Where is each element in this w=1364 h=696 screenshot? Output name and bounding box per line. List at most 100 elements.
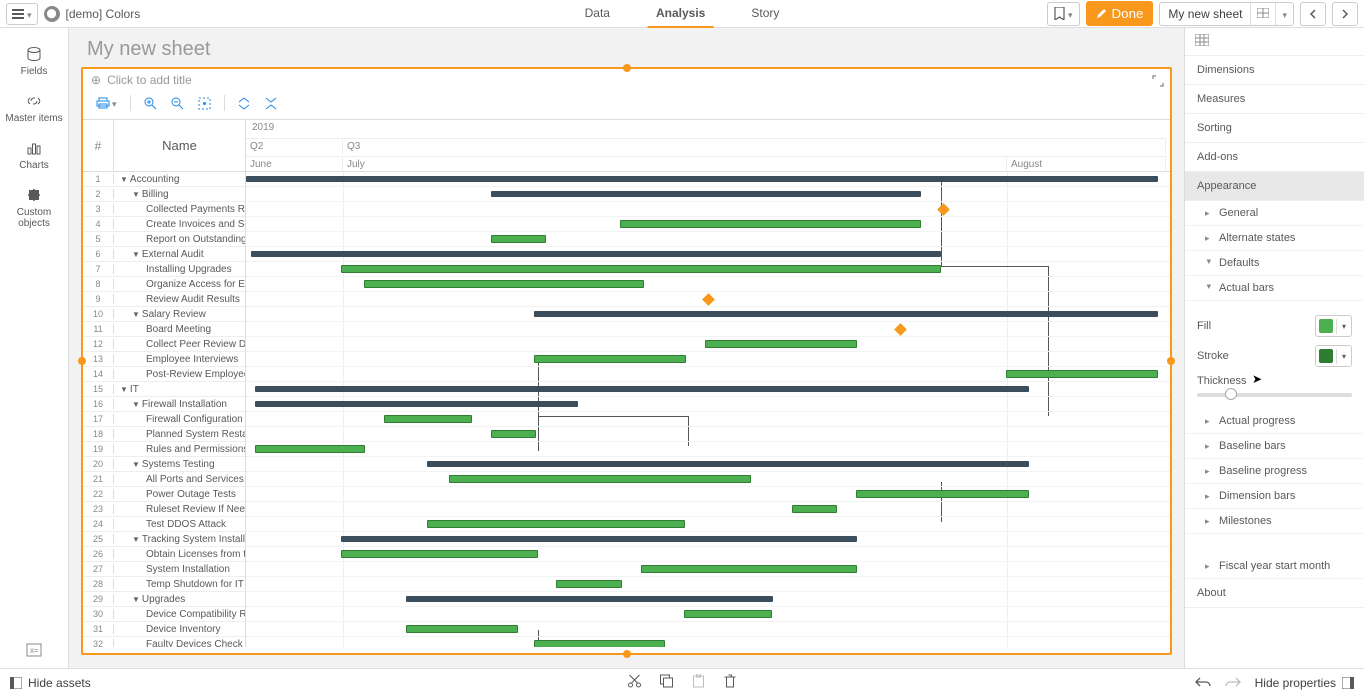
gantt-timeline-row[interactable] — [246, 367, 1170, 382]
viz-title-placeholder[interactable]: Click to add title — [107, 73, 192, 87]
gantt-timeline-row[interactable] — [246, 262, 1170, 277]
task-bar[interactable] — [341, 550, 538, 558]
gantt-timeline-row[interactable] — [246, 412, 1170, 427]
task-bar[interactable] — [684, 610, 772, 618]
hide-properties-button[interactable]: Hide properties — [1255, 676, 1354, 690]
prop-addons[interactable]: Add-ons — [1185, 143, 1364, 172]
milestone-marker[interactable] — [937, 203, 950, 216]
row-name[interactable]: ▼Billing — [114, 189, 245, 200]
summary-bar[interactable] — [246, 176, 1158, 182]
undo-button[interactable] — [1195, 675, 1211, 691]
prop-baseline-progress[interactable]: ▸Baseline progress — [1185, 459, 1364, 484]
gantt-row[interactable]: 20▼Systems Testing — [83, 457, 245, 472]
row-name[interactable]: Post-Review Employee Informing — [114, 369, 245, 380]
row-name[interactable]: Collected Payments Review — [114, 204, 245, 215]
collapse-toggle-icon[interactable]: ▼ — [132, 400, 140, 409]
row-name[interactable]: Collect Peer Review Data — [114, 339, 245, 350]
redo-button[interactable] — [1225, 675, 1241, 691]
gantt-timeline-row[interactable] — [246, 592, 1170, 607]
row-name[interactable]: Device Inventory — [114, 624, 245, 635]
gantt-row[interactable]: 12Collect Peer Review Data — [83, 337, 245, 352]
gantt-timeline-row[interactable] — [246, 502, 1170, 517]
collapse-toggle-icon[interactable]: ▼ — [132, 535, 140, 544]
gantt-row[interactable]: 11Board Meeting — [83, 322, 245, 337]
column-name-header[interactable]: Name — [114, 120, 245, 171]
prop-appearance[interactable]: Appearance — [1185, 172, 1364, 201]
collapse-toggle-icon[interactable]: ▼ — [120, 385, 128, 394]
gantt-timeline-row[interactable] — [246, 577, 1170, 592]
prop-defaults[interactable]: ▸Defaults — [1185, 251, 1364, 276]
tab-story[interactable]: Story — [743, 0, 787, 28]
row-name[interactable]: Board Meeting — [114, 324, 245, 335]
task-bar[interactable] — [534, 640, 665, 647]
row-name[interactable]: Power Outage Tests — [114, 489, 245, 500]
row-name[interactable]: Test DDOS Attack — [114, 519, 245, 530]
prop-dimension-bars[interactable]: ▸Dimension bars — [1185, 484, 1364, 509]
task-bar[interactable] — [641, 565, 857, 573]
collapse-all-button[interactable] — [260, 94, 283, 113]
gantt-timeline-row[interactable] — [246, 472, 1170, 487]
task-bar[interactable] — [792, 505, 837, 513]
row-name[interactable]: Device Compatibility Review — [114, 609, 245, 620]
gantt-timeline-row[interactable] — [246, 442, 1170, 457]
task-bar[interactable] — [255, 445, 365, 453]
row-name[interactable]: ▼IT — [114, 384, 245, 395]
gantt-row[interactable]: 13Employee Interviews — [83, 352, 245, 367]
gantt-timeline-row[interactable] — [246, 337, 1170, 352]
stroke-color-picker[interactable]: ▾ — [1315, 345, 1352, 367]
zoom-out-button[interactable] — [166, 94, 189, 113]
collapse-toggle-icon[interactable]: ▼ — [132, 310, 140, 319]
row-name[interactable]: Temp Shutdown for IT Audit — [114, 579, 245, 590]
gantt-timeline-row[interactable] — [246, 187, 1170, 202]
gantt-timeline-row[interactable] — [246, 487, 1170, 502]
summary-bar[interactable] — [534, 311, 1158, 317]
expand-icon[interactable] — [1152, 75, 1164, 90]
prop-measures[interactable]: Measures — [1185, 85, 1364, 114]
row-name[interactable]: ▼Upgrades — [114, 594, 245, 605]
task-bar[interactable] — [427, 520, 685, 528]
gantt-row[interactable]: 2▼Billing — [83, 187, 245, 202]
milestone-marker[interactable] — [702, 293, 715, 306]
gantt-timeline-row[interactable] — [246, 457, 1170, 472]
gantt-timeline-row[interactable] — [246, 622, 1170, 637]
gantt-row[interactable]: 10▼Salary Review — [83, 307, 245, 322]
gantt-row[interactable]: 27System Installation — [83, 562, 245, 577]
gantt-row[interactable]: 23Ruleset Review If Needed — [83, 502, 245, 517]
thickness-slider[interactable] — [1197, 393, 1352, 397]
summary-bar[interactable] — [255, 401, 578, 407]
gantt-row[interactable]: 24Test DDOS Attack — [83, 517, 245, 532]
summary-bar[interactable] — [491, 191, 921, 197]
gantt-timeline-row[interactable] — [246, 202, 1170, 217]
column-number-header[interactable]: # — [83, 120, 114, 171]
prop-actual-progress[interactable]: ▸Actual progress — [1185, 409, 1364, 434]
gantt-row[interactable]: 15▼IT — [83, 382, 245, 397]
gantt-timeline-row[interactable] — [246, 427, 1170, 442]
resize-handle-bottom[interactable] — [623, 650, 631, 658]
task-bar[interactable] — [491, 430, 536, 438]
gantt-timeline-row[interactable] — [246, 292, 1170, 307]
zoom-in-button[interactable] — [139, 94, 162, 113]
collapse-toggle-icon[interactable]: ▼ — [132, 250, 140, 259]
row-name[interactable]: ▼Salary Review — [114, 309, 245, 320]
row-name[interactable]: Faulty Devices Check — [114, 639, 245, 648]
collapse-toggle-icon[interactable]: ▼ — [132, 190, 140, 199]
task-bar[interactable] — [491, 235, 546, 243]
gantt-timeline-row[interactable] — [246, 562, 1170, 577]
slider-handle[interactable] — [1225, 388, 1237, 400]
gantt-timeline-row[interactable] — [246, 637, 1170, 647]
expand-all-button[interactable] — [233, 94, 256, 113]
gantt-row[interactable]: 7Installing Upgrades — [83, 262, 245, 277]
collapse-toggle-icon[interactable]: ▼ — [132, 460, 140, 469]
prop-alternate-states[interactable]: ▸Alternate states — [1185, 226, 1364, 251]
task-bar[interactable] — [364, 280, 644, 288]
collapse-toggle-icon[interactable]: ▼ — [132, 595, 140, 604]
row-name[interactable]: ▼Firewall Installation — [114, 399, 245, 410]
variables-icon[interactable]: x= — [26, 643, 42, 657]
prop-baseline-bars[interactable]: ▸Baseline bars — [1185, 434, 1364, 459]
row-name[interactable]: Obtain Licenses from the Vendor — [114, 549, 245, 560]
gantt-row[interactable]: 21All Ports and Services Test — [83, 472, 245, 487]
gantt-timeline-row[interactable] — [246, 517, 1170, 532]
sheet-selector[interactable]: My new sheet — [1159, 2, 1294, 26]
summary-bar[interactable] — [406, 596, 773, 602]
task-bar[interactable] — [556, 580, 622, 588]
